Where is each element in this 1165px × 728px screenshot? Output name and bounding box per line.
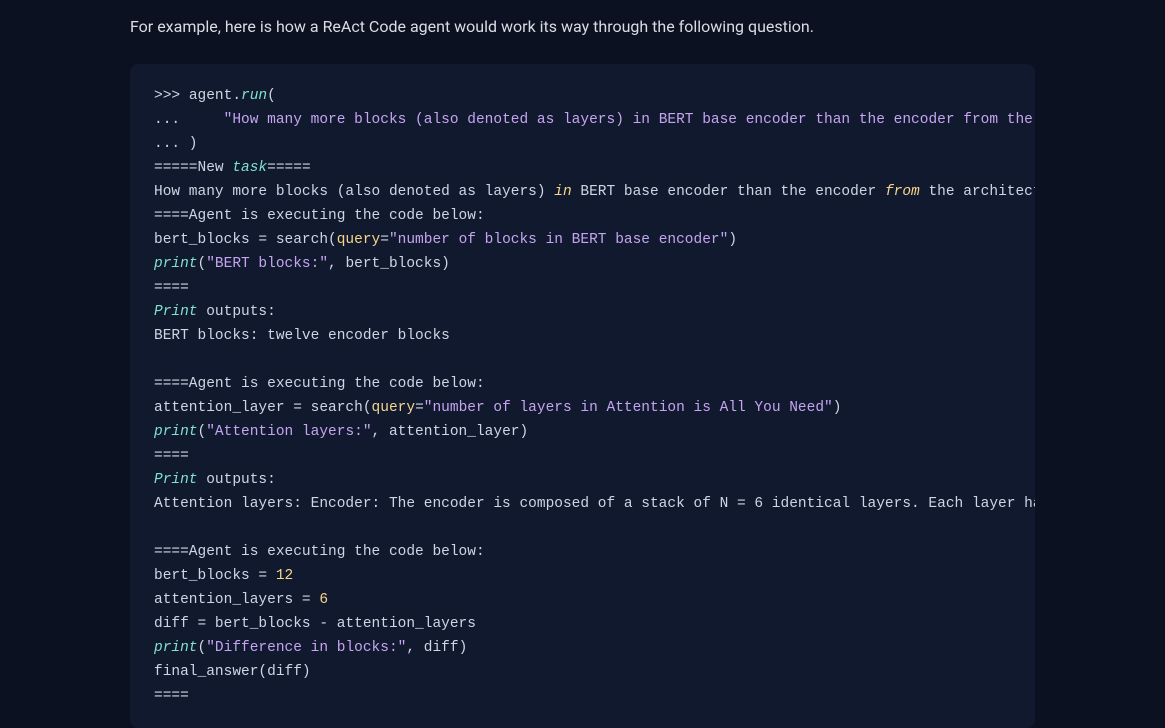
code-line: ... "How many more blocks (also denoted … bbox=[154, 112, 1035, 128]
code-token-builtin: print bbox=[154, 640, 198, 656]
code-line: ... ) bbox=[154, 136, 198, 152]
code-token: agent. bbox=[189, 88, 241, 104]
code-token-builtin: Print bbox=[154, 472, 198, 488]
code-line: >>> agent.run( bbox=[154, 88, 276, 104]
code-token: Attention layers: Encoder: The encoder i… bbox=[154, 496, 1035, 512]
code-token: ( bbox=[198, 640, 207, 656]
code-token: bert_blocks = bbox=[154, 568, 276, 584]
code-line: diff = bert_blocks - attention_layers bbox=[154, 616, 476, 632]
code-token: = bbox=[415, 400, 424, 416]
code-token: ====Agent is executing the code below: bbox=[154, 208, 485, 224]
code-token: , diff) bbox=[406, 640, 467, 656]
code-token: =====New bbox=[154, 160, 232, 176]
code-token-method: task bbox=[232, 160, 267, 176]
code-token: BERT blocks: twelve encoder blocks bbox=[154, 328, 450, 344]
code-line: Print outputs: bbox=[154, 304, 276, 320]
code-token: ... ) bbox=[154, 136, 198, 152]
code-line: print("BERT blocks:", bert_blocks) bbox=[154, 256, 450, 272]
code-token: attention_layers = bbox=[154, 592, 319, 608]
code-token: ==== bbox=[154, 280, 189, 296]
code-token: ===== bbox=[267, 160, 311, 176]
code-line: attention_layer = search(query="number o… bbox=[154, 400, 841, 416]
code-token: BERT base encoder than the encoder bbox=[572, 184, 885, 200]
code-line: BERT blocks: twelve encoder blocks bbox=[154, 328, 450, 344]
code-line: attention_layers = 6 bbox=[154, 592, 328, 608]
code-token: ( bbox=[267, 88, 276, 104]
code-token: How many more blocks (also denoted as la… bbox=[154, 184, 554, 200]
code-token: ==== bbox=[154, 688, 189, 704]
intro-paragraph: For example, here is how a ReAct Code ag… bbox=[130, 14, 1035, 40]
code-line: Print outputs: bbox=[154, 472, 276, 488]
code-line: ====Agent is executing the code below: bbox=[154, 376, 485, 392]
code-token: ) bbox=[833, 400, 842, 416]
code-line: ==== bbox=[154, 280, 189, 296]
code-token-keyword: from bbox=[885, 184, 920, 200]
code-token: = bbox=[380, 232, 389, 248]
code-token: diff = bert_blocks - attention_layers bbox=[154, 616, 476, 632]
code-token: ==== bbox=[154, 448, 189, 464]
code-token: final_answer(diff) bbox=[154, 664, 311, 680]
code-token: , attention_layer) bbox=[372, 424, 529, 440]
code-token-number: 6 bbox=[319, 592, 328, 608]
code-line: ==== bbox=[154, 448, 189, 464]
code-token-string: "How many more blocks (also denoted as l… bbox=[224, 112, 1035, 128]
code-token-builtin: Print bbox=[154, 304, 198, 320]
code-token: ====Agent is executing the code below: bbox=[154, 376, 485, 392]
code-token-string: "Difference in blocks:" bbox=[206, 640, 406, 656]
code-token-method: run bbox=[241, 88, 267, 104]
code-token: ) bbox=[728, 232, 737, 248]
code-line: =====New task===== bbox=[154, 160, 311, 176]
code-token-builtin: print bbox=[154, 424, 198, 440]
code-token-number: 12 bbox=[276, 568, 293, 584]
code-token-param: query bbox=[372, 400, 416, 416]
code-line: Attention layers: Encoder: The encoder i… bbox=[154, 496, 1035, 512]
code-token: ( bbox=[198, 256, 207, 272]
code-token: attention_layer = search( bbox=[154, 400, 372, 416]
code-line: ====Agent is executing the code below: bbox=[154, 544, 485, 560]
code-line: ====Agent is executing the code below: bbox=[154, 208, 485, 224]
code-token-string: "BERT blocks:" bbox=[206, 256, 328, 272]
code-token: ====Agent is executing the code below: bbox=[154, 544, 485, 560]
code-line: print("Attention layers:", attention_lay… bbox=[154, 424, 528, 440]
code-token: ( bbox=[198, 424, 207, 440]
code-line: ==== bbox=[154, 688, 189, 704]
code-block: >>> agent.run( ... "How many more blocks… bbox=[130, 64, 1035, 728]
code-token-param: query bbox=[337, 232, 381, 248]
content-wrapper: For example, here is how a ReAct Code ag… bbox=[0, 0, 1165, 728]
code-line: bert_blocks = search(query="number of bl… bbox=[154, 232, 737, 248]
code-line: bert_blocks = 12 bbox=[154, 568, 293, 584]
repl-prompt: >>> bbox=[154, 88, 189, 104]
code-line: How many more blocks (also denoted as la… bbox=[154, 184, 1035, 200]
code-token: , bert_blocks) bbox=[328, 256, 450, 272]
code-token-string: "Attention layers:" bbox=[206, 424, 371, 440]
code-token-string: "number of blocks in BERT base encoder" bbox=[389, 232, 728, 248]
code-token: outputs: bbox=[198, 472, 276, 488]
code-token: outputs: bbox=[198, 304, 276, 320]
code-token-builtin: print bbox=[154, 256, 198, 272]
code-token-string: "number of layers in Attention is All Yo… bbox=[424, 400, 833, 416]
code-line: print("Difference in blocks:", diff) bbox=[154, 640, 467, 656]
code-token: bert_blocks = search( bbox=[154, 232, 337, 248]
code-token: the architecture proposed in Attention i… bbox=[920, 184, 1035, 200]
code-token-keyword: in bbox=[554, 184, 571, 200]
repl-continuation: ... bbox=[154, 112, 224, 128]
code-line: final_answer(diff) bbox=[154, 664, 311, 680]
